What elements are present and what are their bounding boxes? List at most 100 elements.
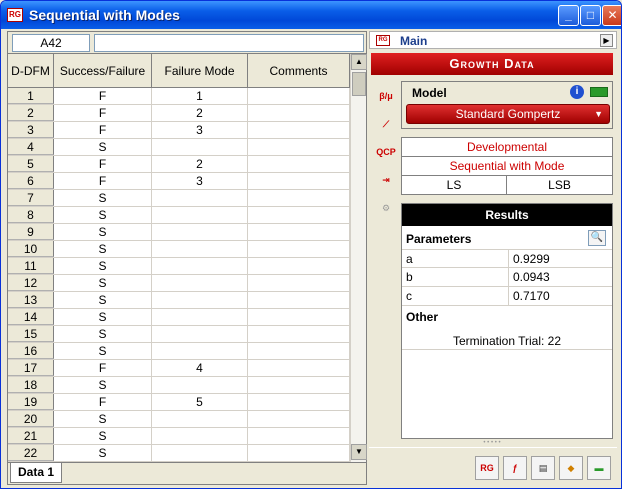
success-failure-cell[interactable]: F bbox=[54, 105, 152, 121]
success-failure-cell[interactable]: S bbox=[54, 326, 152, 342]
scroll-thumb[interactable] bbox=[352, 72, 366, 96]
row-header[interactable]: 15 bbox=[8, 326, 54, 342]
group-icon[interactable]: ⚙ bbox=[375, 197, 397, 219]
failure-mode-cell[interactable] bbox=[152, 377, 248, 393]
comments-cell[interactable] bbox=[248, 428, 350, 444]
column-header-d-dfm[interactable]: D-DFM bbox=[8, 54, 54, 87]
data-format-label[interactable]: Sequential with Mode bbox=[402, 157, 612, 176]
failure-mode-cell[interactable] bbox=[152, 258, 248, 274]
failure-mode-cell[interactable] bbox=[152, 309, 248, 325]
beta-mu-icon[interactable]: β/μ bbox=[375, 85, 397, 107]
row-header[interactable]: 1 bbox=[8, 88, 54, 104]
row-header[interactable]: 22 bbox=[8, 445, 54, 461]
column-header-comments[interactable]: Comments bbox=[248, 54, 350, 87]
success-failure-cell[interactable]: S bbox=[54, 207, 152, 223]
column-header-success-failure[interactable]: Success/Failure bbox=[54, 54, 152, 87]
comments-cell[interactable] bbox=[248, 224, 350, 240]
comments-cell[interactable] bbox=[248, 360, 350, 376]
failure-mode-cell[interactable] bbox=[152, 292, 248, 308]
row-header[interactable]: 16 bbox=[8, 343, 54, 359]
success-failure-cell[interactable]: S bbox=[54, 377, 152, 393]
success-failure-cell[interactable]: F bbox=[54, 122, 152, 138]
report-icon[interactable]: RG bbox=[475, 456, 499, 480]
row-header[interactable]: 13 bbox=[8, 292, 54, 308]
comments-cell[interactable] bbox=[248, 275, 350, 291]
comments-cell[interactable] bbox=[248, 241, 350, 257]
success-failure-cell[interactable]: F bbox=[54, 173, 152, 189]
success-failure-cell[interactable]: F bbox=[54, 360, 152, 376]
success-failure-cell[interactable]: S bbox=[54, 411, 152, 427]
success-failure-cell[interactable]: S bbox=[54, 224, 152, 240]
qcp-icon[interactable]: QCP bbox=[375, 141, 397, 163]
success-failure-cell[interactable]: S bbox=[54, 343, 152, 359]
row-header[interactable]: 12 bbox=[8, 275, 54, 291]
comments-cell[interactable] bbox=[248, 411, 350, 427]
failure-mode-cell[interactable] bbox=[152, 445, 248, 461]
comments-cell[interactable] bbox=[248, 343, 350, 359]
failure-mode-cell[interactable] bbox=[152, 207, 248, 223]
success-failure-cell[interactable]: F bbox=[54, 394, 152, 410]
failure-mode-cell[interactable]: 4 bbox=[152, 360, 248, 376]
comments-cell[interactable] bbox=[248, 292, 350, 308]
cell-address-box[interactable]: A42 bbox=[12, 34, 90, 52]
failure-mode-cell[interactable]: 2 bbox=[152, 156, 248, 172]
comments-cell[interactable] bbox=[248, 309, 350, 325]
comments-cell[interactable] bbox=[248, 445, 350, 461]
row-header[interactable]: 21 bbox=[8, 428, 54, 444]
comments-cell[interactable] bbox=[248, 173, 350, 189]
maximize-button[interactable]: □ bbox=[580, 5, 601, 26]
failure-mode-cell[interactable] bbox=[152, 241, 248, 257]
main-header[interactable]: RG Main ▶ bbox=[369, 31, 617, 49]
method-left[interactable]: LS bbox=[402, 176, 507, 194]
row-header[interactable]: 20 bbox=[8, 411, 54, 427]
success-failure-cell[interactable]: S bbox=[54, 445, 152, 461]
vertical-scrollbar[interactable]: ▲ ▼ bbox=[350, 54, 367, 462]
diamond-icon[interactable]: ◆ bbox=[559, 456, 583, 480]
row-header[interactable]: 7 bbox=[8, 190, 54, 206]
success-failure-cell[interactable]: S bbox=[54, 309, 152, 325]
row-header[interactable]: 19 bbox=[8, 394, 54, 410]
data-type-label[interactable]: Developmental bbox=[402, 138, 612, 157]
failure-mode-cell[interactable] bbox=[152, 224, 248, 240]
comments-cell[interactable] bbox=[248, 377, 350, 393]
success-failure-cell[interactable]: S bbox=[54, 275, 152, 291]
row-header[interactable]: 14 bbox=[8, 309, 54, 325]
success-failure-cell[interactable]: F bbox=[54, 88, 152, 104]
line-plot-icon[interactable]: ⟋ bbox=[375, 113, 397, 135]
success-failure-cell[interactable]: S bbox=[54, 428, 152, 444]
comments-cell[interactable] bbox=[248, 207, 350, 223]
failure-mode-cell[interactable]: 2 bbox=[152, 105, 248, 121]
comments-cell[interactable] bbox=[248, 190, 350, 206]
scroll-down-button[interactable]: ▼ bbox=[351, 444, 367, 460]
splitter-grip[interactable]: • • • • • bbox=[477, 440, 507, 446]
search-icon[interactable]: 🔍 bbox=[588, 230, 606, 246]
info-icon[interactable]: i bbox=[570, 85, 584, 99]
function-icon[interactable]: ƒ bbox=[503, 456, 527, 480]
comments-cell[interactable] bbox=[248, 326, 350, 342]
success-failure-cell[interactable]: S bbox=[54, 190, 152, 206]
model-dropdown[interactable]: Standard Gompertz ▼ bbox=[406, 104, 610, 124]
failure-mode-cell[interactable]: 5 bbox=[152, 394, 248, 410]
green-bar-icon[interactable]: ▬ bbox=[587, 456, 611, 480]
row-header[interactable]: 3 bbox=[8, 122, 54, 138]
method-right[interactable]: LSB bbox=[507, 176, 612, 194]
comments-cell[interactable] bbox=[248, 394, 350, 410]
comments-cell[interactable] bbox=[248, 258, 350, 274]
failure-mode-cell[interactable]: 3 bbox=[152, 122, 248, 138]
comments-cell[interactable] bbox=[248, 88, 350, 104]
row-header[interactable]: 5 bbox=[8, 156, 54, 172]
row-header[interactable]: 9 bbox=[8, 224, 54, 240]
failure-mode-cell[interactable]: 3 bbox=[152, 173, 248, 189]
row-header[interactable]: 2 bbox=[8, 105, 54, 121]
failure-mode-cell[interactable] bbox=[152, 275, 248, 291]
export-icon[interactable]: ⇥ bbox=[375, 169, 397, 191]
row-header[interactable]: 6 bbox=[8, 173, 54, 189]
comments-cell[interactable] bbox=[248, 122, 350, 138]
minimize-button[interactable]: _ bbox=[558, 5, 579, 26]
failure-mode-cell[interactable] bbox=[152, 343, 248, 359]
green-bar-icon[interactable] bbox=[590, 87, 608, 97]
failure-mode-cell[interactable]: 1 bbox=[152, 88, 248, 104]
sheet-icon[interactable]: ▤ bbox=[531, 456, 555, 480]
success-failure-cell[interactable]: S bbox=[54, 241, 152, 257]
column-header-failure-mode[interactable]: Failure Mode bbox=[152, 54, 248, 87]
